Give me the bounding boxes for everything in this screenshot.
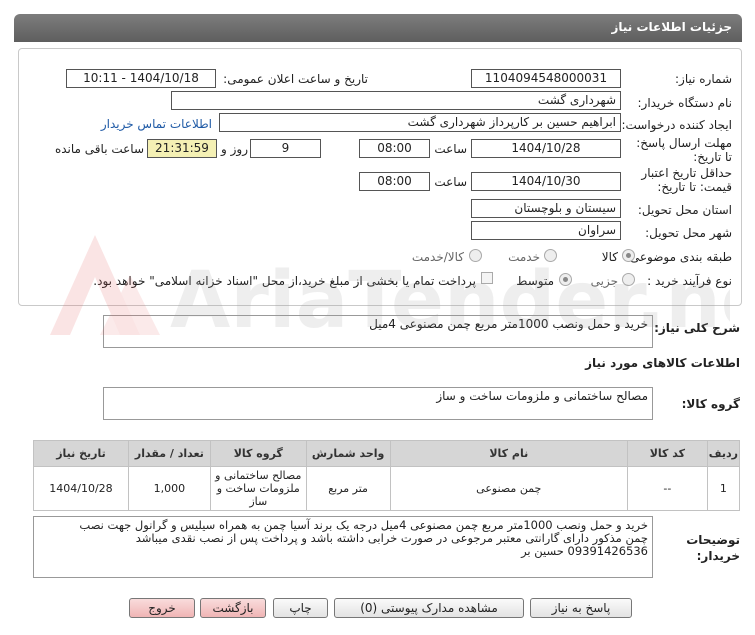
- validity-label: حداقل تاریخ اعتبار قیمت: تا تاریخ:: [641, 166, 732, 194]
- buyer-org-field: شهرداری گشت: [171, 91, 621, 110]
- city-field: سراوان: [471, 221, 621, 240]
- goods-table: ردیف کد کالا نام کالا واحد شمارش گروه کا…: [33, 440, 741, 511]
- buyer-notes-label: توضیحات خریدار:: [686, 533, 740, 563]
- back-button[interactable]: بازگشت: [200, 598, 266, 618]
- creator-field: ابراهیم حسین بر کارپرداز شهرداری گشت: [219, 113, 621, 132]
- time-remaining-label: ساعت باقی مانده: [54, 142, 144, 156]
- category-label: طبقه بندی موضوعی:: [625, 250, 732, 264]
- page-title: جزئیات اطلاعات نیاز: [611, 20, 732, 34]
- days-label: روز و: [221, 142, 248, 156]
- payment-checkbox[interactable]: [481, 272, 493, 284]
- table-row: 1 -- چمن مصنوعی متر مربع مصالح ساختمانی …: [33, 466, 741, 511]
- province-field: سیستان و بلوچستان: [471, 199, 621, 218]
- category-option-both: کالا/خدمت: [411, 250, 464, 264]
- city-label: شهر محل تحویل:: [645, 226, 732, 240]
- cell-name: چمن مصنوعی: [389, 466, 628, 511]
- buyer-notes-line-3: 09391426536 حسین بر: [521, 544, 648, 558]
- table-header-row: ردیف کد کالا نام کالا واحد شمارش گروه کا…: [33, 440, 741, 467]
- process-radio-minor[interactable]: [622, 273, 635, 286]
- province-label: استان محل تحویل:: [637, 203, 732, 217]
- cell-row: 1: [706, 466, 741, 511]
- process-option-minor: جزیی: [590, 274, 618, 288]
- process-label: نوع فرآیند خرید :: [647, 274, 732, 288]
- validity-time-label: ساعت: [434, 175, 467, 189]
- category-radio-both[interactable]: [469, 249, 482, 262]
- need-number-label: شماره نیاز:: [675, 72, 732, 86]
- cell-code: --: [626, 466, 708, 511]
- col-unit: واحد شمارش: [305, 440, 391, 467]
- deadline-time-field: 08:00: [359, 139, 430, 158]
- announce-label: تاریخ و ساعت اعلان عمومی:: [223, 72, 368, 86]
- page-header: جزئیات اطلاعات نیاز: [14, 14, 742, 42]
- summary-label: شرح کلی نیاز:: [654, 321, 740, 335]
- creator-label: ایجاد کننده درخواست:: [621, 118, 732, 132]
- col-row: ردیف: [706, 440, 741, 467]
- goods-section-title: اطلاعات کالاهای مورد نیاز: [585, 356, 740, 370]
- cell-unit: متر مربع: [305, 466, 391, 511]
- goods-group-label: گروه کالا:: [681, 397, 740, 411]
- cell-date: 1404/10/28: [33, 466, 129, 511]
- col-code: کد کالا: [626, 440, 708, 467]
- reply-button[interactable]: پاسخ به نیاز: [530, 598, 632, 618]
- cell-qty: 1,000: [127, 466, 211, 511]
- attachments-button[interactable]: مشاهده مدارک پیوستی (0): [334, 598, 524, 618]
- col-name: نام کالا: [389, 440, 628, 467]
- time-remaining-field: 21:31:59: [147, 139, 217, 158]
- col-qty: تعداد / مقدار: [127, 440, 211, 467]
- process-radio-medium[interactable]: [559, 273, 572, 286]
- deadline-label: مهلت ارسال پاسخ: تا تاریخ:: [636, 136, 732, 164]
- days-remaining-field: 9: [250, 139, 321, 158]
- need-number-field: 1104094548000031: [471, 69, 621, 88]
- category-option-goods: کالا: [601, 250, 618, 264]
- process-option-medium: متوسط: [516, 274, 554, 288]
- col-group: گروه کالا: [209, 440, 307, 467]
- deadline-date-field: 1404/10/28: [471, 139, 621, 158]
- validity-time-field: 08:00: [359, 172, 430, 191]
- buyer-org-label: نام دستگاه خریدار:: [637, 96, 733, 110]
- category-radio-service[interactable]: [544, 249, 557, 262]
- print-button[interactable]: چاپ: [273, 598, 328, 618]
- announce-field: 1404/10/18 - 10:11: [66, 69, 216, 88]
- summary-field: خرید و حمل ونصب 1000متر مربع چمن مصنوعی …: [103, 315, 653, 348]
- cell-group: مصالح ساختمانی و ملزومات ساخت و ساز: [209, 466, 307, 511]
- goods-group-field: مصالح ساختمانی و ملزومات ساخت و ساز: [103, 387, 653, 420]
- buyer-notes-field: خرید و حمل ونصب 1000متر مربع چمن مصنوعی …: [33, 516, 653, 578]
- category-radio-goods[interactable]: [622, 249, 635, 262]
- buyer-contact-link[interactable]: اطلاعات تماس خریدار: [100, 117, 212, 131]
- exit-button[interactable]: خروج: [129, 598, 195, 618]
- validity-date-field: 1404/10/30: [471, 172, 621, 191]
- col-date: تاریخ نیاز: [33, 440, 129, 467]
- category-option-service: خدمت: [508, 250, 540, 264]
- payment-note: پرداخت تمام یا بخشی از مبلغ خرید،از محل …: [93, 274, 476, 288]
- deadline-time-label: ساعت: [434, 142, 467, 156]
